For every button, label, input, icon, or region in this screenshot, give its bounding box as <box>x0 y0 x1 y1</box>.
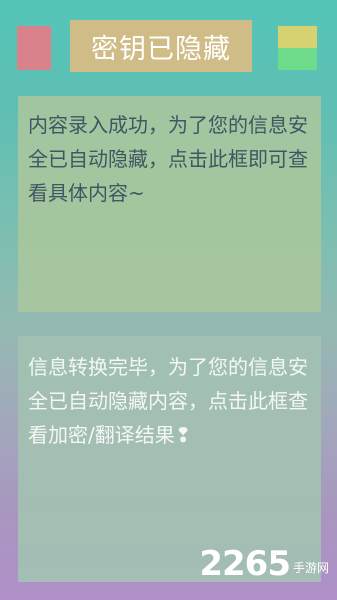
watermark-number: 2265 <box>199 544 291 584</box>
watermark-logo: 2265 手游网 <box>199 546 329 582</box>
title-box: 密钥已隐藏 <box>70 20 252 72</box>
left-color-swatch[interactable] <box>17 26 51 70</box>
input-panel-text: 内容录入成功，为了您的信息安全已自动隐藏，点击此框即可查看具体内容~ <box>28 113 308 205</box>
watermark-label: 手游网 <box>292 561 329 575</box>
top-bar: 密钥已隐藏 <box>0 0 337 90</box>
input-text-panel[interactable]: 内容录入成功，为了您的信息安全已自动隐藏，点击此框即可查看具体内容~ <box>18 96 321 312</box>
page-title: 密钥已隐藏 <box>91 33 231 65</box>
right-color-swatch[interactable] <box>278 26 317 70</box>
right-swatch-top <box>278 26 317 48</box>
right-swatch-bottom <box>278 48 317 70</box>
output-panel-text: 信息转换完毕，为了您的信息安全已自动隐藏内容，点击此框查看加密/翻译结果❢ <box>28 355 308 447</box>
